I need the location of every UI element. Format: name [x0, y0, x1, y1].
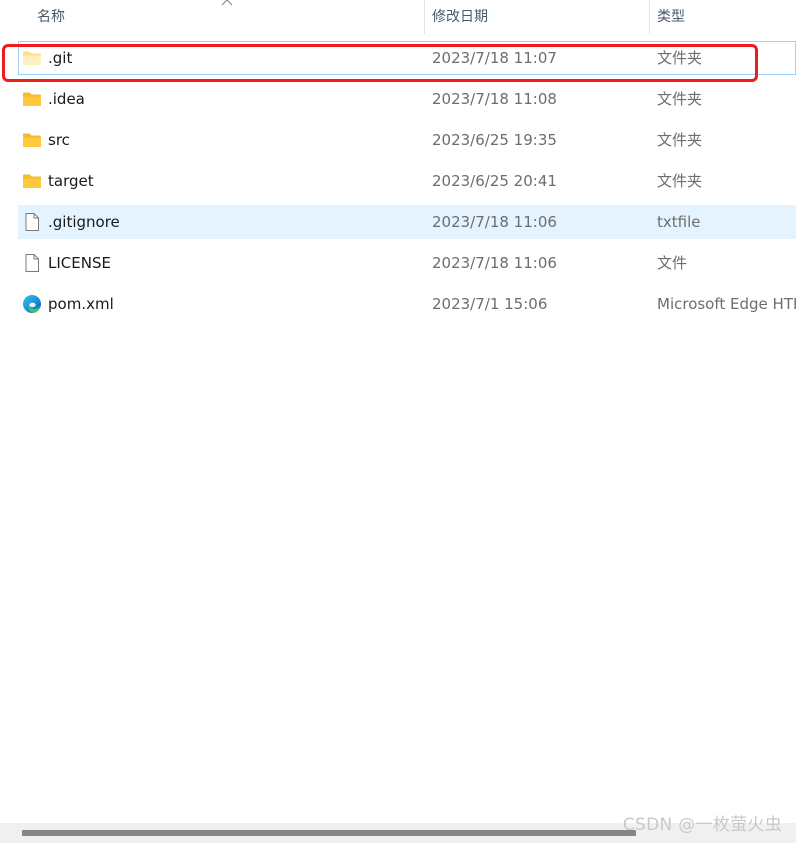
- file-type: 文件夹: [657, 131, 703, 149]
- file-row-git[interactable]: .git 2023/7/18 11:07 文件夹: [18, 41, 796, 75]
- file-row-license[interactable]: LICENSE 2023/7/18 11:06 文件: [18, 246, 796, 280]
- file-name: .idea: [48, 90, 85, 108]
- file-type: 文件: [657, 254, 688, 272]
- scrollbar-thumb[interactable]: [22, 830, 636, 836]
- column-header-name[interactable]: 名称: [37, 0, 422, 34]
- folder-icon: [23, 92, 41, 106]
- file-explorer-list: 名称 修改日期 类型 .git 2023/7/18 11:07 文件夹 .ide…: [0, 0, 796, 843]
- file-icon: [25, 213, 39, 231]
- column-divider[interactable]: [424, 0, 425, 34]
- file-row-pom-xml[interactable]: pom.xml 2023/7/1 15:06 Microsoft Edge HT…: [18, 287, 796, 321]
- file-name: .gitignore: [48, 213, 120, 231]
- file-name: .git: [48, 49, 73, 67]
- file-date-modified: 2023/7/1 15:06: [432, 295, 548, 313]
- file-row-src[interactable]: src 2023/6/25 19:35 文件夹: [18, 123, 796, 157]
- file-type: txtfile: [657, 213, 701, 231]
- file-date-modified: 2023/7/18 11:08: [432, 90, 557, 108]
- file-row-idea[interactable]: .idea 2023/7/18 11:08 文件夹: [18, 82, 796, 116]
- column-header-date-modified[interactable]: 修改日期: [432, 0, 647, 34]
- file-row-gitignore[interactable]: .gitignore 2023/7/18 11:06 txtfile: [18, 205, 796, 239]
- folder-icon: [23, 51, 41, 65]
- watermark-text: CSDN @一枚萤火虫: [622, 815, 782, 835]
- folder-icon: [23, 174, 41, 188]
- file-date-modified: 2023/7/18 11:06: [432, 213, 557, 231]
- file-type: 文件夹: [657, 90, 703, 108]
- file-row-target[interactable]: target 2023/6/25 20:41 文件夹: [18, 164, 796, 198]
- column-header-bar: 名称 修改日期 类型: [0, 0, 796, 34]
- file-name: target: [48, 172, 94, 190]
- file-name: pom.xml: [48, 295, 114, 313]
- file-name: src: [48, 131, 70, 149]
- file-type: 文件夹: [657, 49, 703, 67]
- file-name: LICENSE: [48, 254, 111, 272]
- file-date-modified: 2023/7/18 11:06: [432, 254, 557, 272]
- column-header-type[interactable]: 类型: [657, 0, 796, 34]
- column-divider[interactable]: [649, 0, 650, 34]
- file-date-modified: 2023/6/25 20:41: [432, 172, 557, 190]
- folder-icon: [23, 133, 41, 147]
- edge-icon: [23, 295, 41, 313]
- file-icon: [25, 254, 39, 272]
- file-type: 文件夹: [657, 172, 703, 190]
- file-type: Microsoft Edge HTML Document: [657, 295, 796, 313]
- file-date-modified: 2023/6/25 19:35: [432, 131, 557, 149]
- file-date-modified: 2023/7/18 11:07: [432, 49, 557, 67]
